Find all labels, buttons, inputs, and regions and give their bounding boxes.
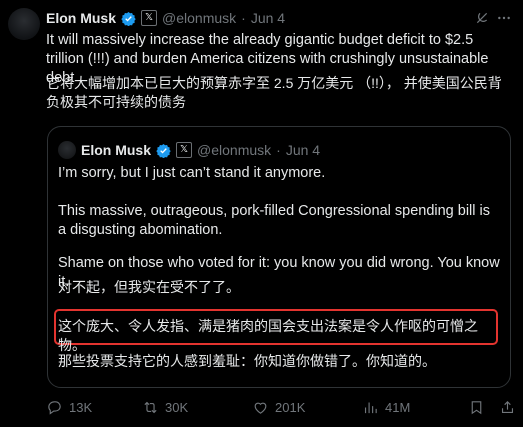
verified-badge-icon — [121, 11, 136, 26]
quoted-paragraph-2: This massive, outrageous, pork-filled Co… — [58, 203, 490, 238]
repost-count: 30K — [165, 400, 189, 415]
like-icon — [254, 402, 267, 414]
grok-icon[interactable] — [474, 10, 490, 26]
quoted-chinese-line-2: 这个庞大、令人发指、满是猪肉的国会支出法案是令人作呕的可憎之物。 — [58, 318, 478, 353]
repost-icon — [144, 401, 157, 414]
tweet-actions: 13K 30K 201K 41M — [46, 399, 516, 416]
x-affiliation-icon[interactable]: 𝕏 — [141, 10, 158, 26]
bookmark-icon — [471, 401, 482, 415]
repost-button[interactable]: 30K — [142, 399, 252, 416]
views-button[interactable]: 41M — [362, 399, 456, 416]
reply-count: 13K — [69, 400, 93, 415]
avatar[interactable] — [8, 8, 40, 40]
reply-button[interactable]: 13K — [46, 399, 142, 416]
separator-dot: · — [276, 142, 281, 158]
share-icon — [501, 401, 514, 414]
x-affiliation-icon: 𝕏 — [176, 142, 193, 158]
quoted-paragraph-1: I’m sorry, but I just can’t stand it any… — [58, 165, 326, 181]
quoted-author-name: Elon Musk — [81, 142, 152, 158]
quoted-chinese-line-1: 对不起，但我实在受不了了。 — [58, 279, 240, 295]
like-button[interactable]: 201K — [252, 399, 362, 416]
bookmark-button[interactable] — [468, 399, 485, 416]
tweet-header: Elon Musk 𝕏 @elonmusk · Jun 4 — [46, 8, 513, 28]
author-handle[interactable]: @elonmusk — [162, 10, 236, 26]
tweet[interactable]: Elon Musk 𝕏 @elonmusk · Jun 4 It will ma… — [0, 0, 523, 427]
reply-icon — [48, 401, 61, 415]
separator-dot: · — [241, 10, 246, 26]
quoted-chinese-line-3: 那些投票支持它的人感到羞耻：你知道你做错了。你知道的。 — [58, 353, 436, 369]
quoted-tweet-header: Elon Musk 𝕏 @elonmusk · Jun 4 — [58, 141, 320, 159]
author-name[interactable]: Elon Musk — [46, 10, 116, 26]
quoted-avatar[interactable] — [58, 141, 76, 159]
views-count: 41M — [385, 400, 411, 415]
verified-badge-icon — [156, 143, 171, 158]
views-icon — [364, 402, 377, 414]
quoted-tweet[interactable]: Elon Musk 𝕏 @elonmusk · Jun 4 I’m sorry,… — [47, 126, 511, 388]
share-button[interactable] — [499, 399, 516, 416]
like-count: 201K — [275, 400, 306, 415]
tweet-text-chinese: 它将大幅增加本已巨大的预算赤字至 2.5 万亿美元 （!!）， 并使美国公民背负… — [46, 75, 502, 110]
more-icon[interactable] — [495, 10, 513, 26]
quoted-tweet-date: Jun 4 — [285, 142, 321, 158]
tweet-date[interactable]: Jun 4 — [251, 10, 285, 26]
quoted-author-handle: @elonmusk — [197, 142, 272, 158]
